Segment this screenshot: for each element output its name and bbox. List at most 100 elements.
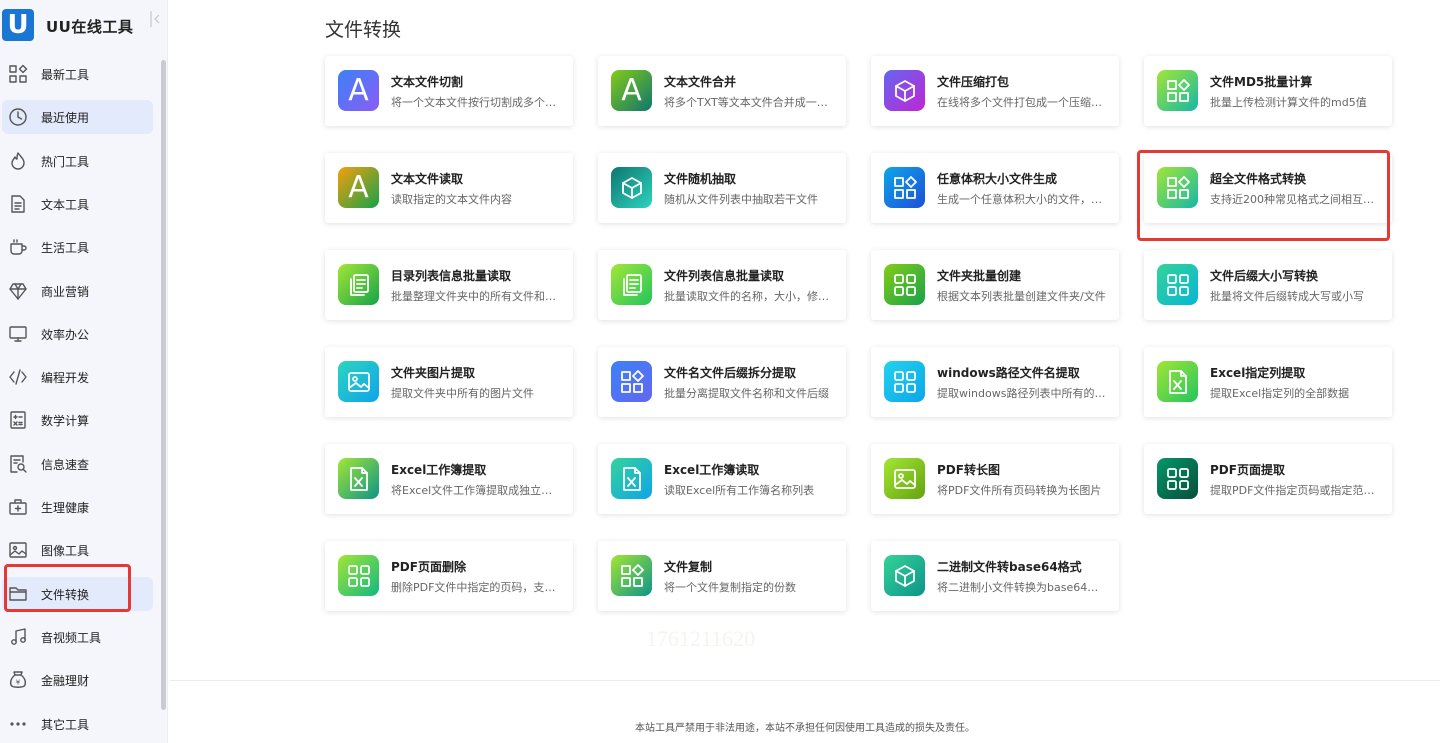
apps-icon: [611, 361, 652, 402]
tool-card-title: 二进制文件转base64格式: [937, 560, 1082, 574]
logo: U: [2, 9, 34, 41]
cup-icon: [8, 237, 28, 257]
tool-card[interactable]: 文件压缩打包 在线将多个文件打包成一个压缩包文件: [871, 56, 1119, 126]
tool-card-description: 提取PDF文件指定页码或指定范围页码: [1210, 484, 1382, 497]
tool-card[interactable]: 文件夹图片提取 提取文件夹中所有的图片文件: [325, 347, 573, 417]
folder-icon: [8, 584, 28, 604]
tool-card[interactable]: PDF页面提取 提取PDF文件指定页码或指定范围页码: [1144, 444, 1392, 514]
tool-card-title: 目录列表信息批量读取: [391, 269, 512, 283]
money-bag-icon: ¥: [8, 670, 28, 690]
sidebar-item[interactable]: 生理健康: [2, 490, 153, 524]
sidebar-item[interactable]: 生活工具: [2, 230, 153, 264]
footer-divider: [170, 680, 1440, 681]
tool-card[interactable]: 文件后缀大小写转换 批量将文件后缀转成大写或小写: [1144, 250, 1392, 320]
more-icon: [8, 714, 28, 734]
copy-icon: [611, 264, 652, 305]
tool-card-title: Excel工作簿提取: [391, 463, 487, 477]
sidebar-scrollbar[interactable]: [161, 60, 166, 710]
tool-card[interactable]: 文件复制 将一个文件复制指定的份数: [598, 541, 846, 611]
tool-card-title: 文件夹批量创建: [937, 269, 1022, 283]
tool-card[interactable]: 任意体积大小文件生成 生成一个任意体积大小的文件，用于测试: [871, 153, 1119, 223]
tool-card-description: 将一个文本文件按行切割成多个文本文件: [391, 96, 563, 109]
sidebar-item[interactable]: 信息速查: [2, 447, 153, 481]
tool-card[interactable]: Excel工作簿提取 将Excel文件工作簿提取成独立的Excel文件: [325, 444, 573, 514]
sidebar-item-label: 文件转换: [41, 587, 90, 602]
tool-card-title: 任意体积大小文件生成: [937, 172, 1058, 186]
tool-card-title: 文件复制: [664, 560, 713, 574]
tool-card[interactable]: PDF页面删除 删除PDF文件中指定的页码，支持范围删除: [325, 541, 573, 611]
tool-card-title: 文件后缀大小写转换: [1210, 269, 1319, 283]
sidebar-item[interactable]: 热门工具: [2, 144, 153, 178]
tool-card[interactable]: 目录列表信息批量读取 批量整理文件夹中的所有文件和文件夹信息: [325, 250, 573, 320]
tool-card[interactable]: 二进制文件转base64格式 将二进制小文件转换为base64编码格式: [871, 541, 1119, 611]
sidebar-item[interactable]: 其它工具: [2, 707, 153, 741]
tool-card-description: 支持近200种常见格式之间相互转换: [1210, 193, 1382, 206]
tool-card-title: 文件夹图片提取: [391, 366, 476, 380]
tool-card[interactable]: A 文本文件切割 将一个文本文件按行切割成多个文本文件: [325, 56, 573, 126]
grid-four-icon: [884, 361, 925, 402]
brand[interactable]: U UU在线工具: [0, 6, 168, 44]
tool-card[interactable]: 超全文件格式转换 支持近200种常见格式之间相互转换: [1144, 153, 1392, 223]
tool-card[interactable]: 文件MD5批量计算 批量上传检测计算文件的md5值: [1144, 56, 1392, 126]
monitor-icon: [8, 324, 28, 344]
tool-card-title: 文本文件读取: [391, 172, 464, 186]
sidebar-item[interactable]: 文件转换: [2, 576, 153, 611]
sidebar-item-label: 编程开发: [41, 371, 90, 386]
sidebar-item-label: 其它工具: [41, 717, 90, 732]
tool-card[interactable]: 文件名文件后缀拆分提取 批量分离提取文件名称和文件后缀: [598, 347, 846, 417]
cube-icon: [884, 555, 925, 596]
medkit-icon: [8, 497, 28, 517]
tool-card-description: 随机从文件列表中抽取若干文件: [664, 193, 818, 206]
tool-card[interactable]: PDF转长图 将PDF文件所有页码转换为长图片: [871, 444, 1119, 514]
sidebar-item-label: 生活工具: [41, 241, 90, 256]
picture-icon: [884, 458, 925, 499]
clock-icon: [8, 107, 28, 127]
image-icon: [8, 540, 28, 560]
excel-file-icon: [611, 458, 652, 499]
tool-card-description: 批量分离提取文件名称和文件后缀: [664, 387, 829, 400]
sidebar-item[interactable]: 商业营销: [2, 274, 153, 308]
tool-card-title: 文件随机抽取: [664, 172, 737, 186]
sidebar-item[interactable]: 数学计算: [2, 403, 153, 437]
tool-card-description: 批量将文件后缀转成大写或小写: [1210, 290, 1364, 303]
tool-card-title: 文件名文件后缀拆分提取: [664, 366, 797, 380]
tool-card[interactable]: A 文本文件读取 读取指定的文本文件内容: [325, 153, 573, 223]
tool-card[interactable]: 文件随机抽取 随机从文件列表中抽取若干文件: [598, 153, 846, 223]
tool-card[interactable]: Excel工作簿读取 读取Excel所有工作簿名称列表: [598, 444, 846, 514]
sidebar-item-label: 最近使用: [41, 111, 90, 126]
sidebar-item[interactable]: 文本工具: [2, 187, 153, 221]
apps-icon: [611, 555, 652, 596]
sidebar-item[interactable]: ¥ 金融理财: [2, 663, 153, 697]
letter-a-icon: A: [611, 70, 652, 111]
sidebar-item[interactable]: 效率办公: [2, 317, 153, 351]
sidebar-item[interactable]: 最新工具: [2, 57, 153, 91]
sidebar-item[interactable]: 图像工具: [2, 533, 153, 567]
sidebar-item-label: 文本工具: [41, 197, 90, 212]
tool-card-description: 读取指定的文本文件内容: [391, 193, 512, 206]
tool-card[interactable]: 文件列表信息批量读取 批量读取文件的名称，大小，修改时间等信息: [598, 250, 846, 320]
music-icon: [8, 627, 28, 647]
svg-text:¥: ¥: [16, 679, 21, 687]
sidebar-item-label: 生理健康: [41, 501, 90, 515]
grid-four-icon: [884, 264, 925, 305]
tool-card[interactable]: windows路径文件名提取 提取windows路径列表中所有的文件名: [871, 347, 1119, 417]
tool-card-description: 批量整理文件夹中的所有文件和文件夹信息: [391, 290, 563, 303]
tool-card[interactable]: Excel指定列提取 提取Excel指定列的全部数据: [1144, 347, 1392, 417]
tool-card-title: 文件压缩打包: [937, 75, 1010, 89]
site-title: UU在线工具: [46, 18, 134, 36]
tool-card-description: 读取Excel所有工作簿名称列表: [664, 484, 815, 497]
letter-a-icon: A: [338, 70, 379, 111]
excel-file-icon: [1157, 361, 1198, 402]
tool-card-description: 提取文件夹中所有的图片文件: [391, 387, 534, 400]
sidebar-item-label: 金融理财: [41, 674, 90, 689]
sidebar-item[interactable]: 音视频工具: [2, 620, 153, 654]
sidebar: U UU在线工具 最新工具 最近使用 热门工具 文本工具 生活工具 商业营销 效…: [0, 0, 168, 743]
collapse-sidebar-icon[interactable]: [148, 9, 162, 29]
sidebar-item-label: 数学计算: [41, 414, 90, 429]
sidebar-item-label: 热门工具: [41, 154, 90, 169]
sidebar-item[interactable]: 编程开发: [2, 360, 153, 394]
tool-card[interactable]: A 文本文件合并 将多个TXT等文本文件合并成一个文件: [598, 56, 846, 126]
excel-file-icon: [338, 458, 379, 499]
tool-card[interactable]: 文件夹批量创建 根据文本列表批量创建文件夹/文件: [871, 250, 1119, 320]
sidebar-item[interactable]: 最近使用: [2, 100, 153, 135]
